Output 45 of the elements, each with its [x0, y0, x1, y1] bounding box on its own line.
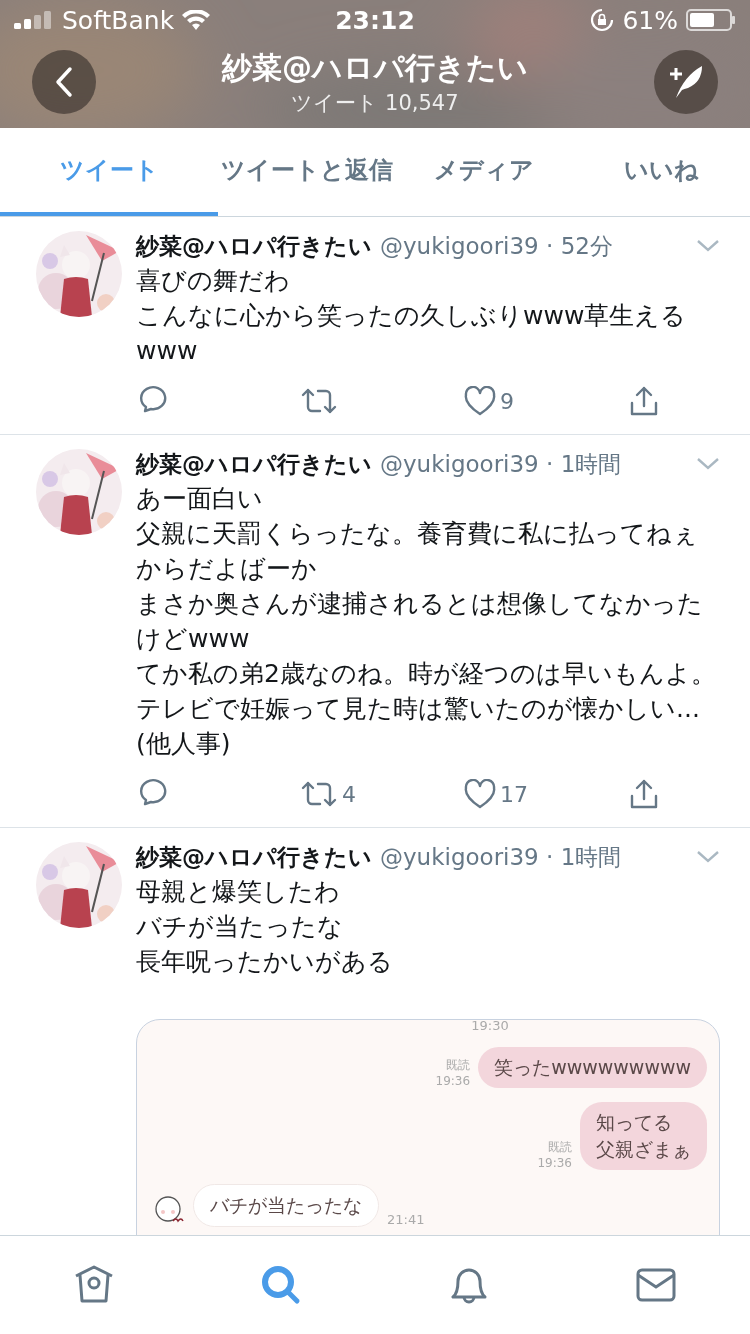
carrier-name: SoftBank — [62, 5, 175, 35]
tweet-text: てか私の弟2歳なのね。時が経つのは早いもんよ。テレビで妊娠って見た時は驚いたのが懐かしい...(他人事) — [136, 658, 717, 760]
tweet-text: バチが当たったな — [136, 911, 344, 943]
heart-icon[interactable] — [464, 386, 496, 416]
chevron-left-icon — [54, 66, 74, 98]
chat-timestamp: 19:30 — [471, 1020, 509, 1033]
clock: 23:12 — [335, 5, 415, 35]
profile-tab[interactable]: いいね — [572, 128, 750, 216]
profile-tab[interactable]: ツイート — [0, 128, 218, 216]
message-bubble: バチが当たったな — [193, 1184, 379, 1227]
read-receipt: 既読 — [446, 1057, 471, 1074]
like-count: 9 — [500, 388, 514, 414]
tweet-text: 喜びの舞だわ — [136, 265, 291, 297]
heart-icon[interactable] — [464, 779, 496, 809]
battery-percent: 61% — [622, 5, 678, 35]
tweet-meta: @yukigoori39 · 52分 — [380, 231, 613, 261]
tweet-text: 父親に天罰くらったな。養育費に私に払ってねぇからだよばーか — [136, 518, 699, 585]
share-icon[interactable] — [628, 778, 660, 810]
share-icon[interactable] — [628, 385, 660, 417]
message-time: 19:36 — [435, 1074, 471, 1088]
author-name[interactable]: 紗菜@ハロパ行きたい — [136, 841, 372, 873]
tweet-text: あー面白い — [136, 483, 264, 515]
author-name[interactable]: 紗菜@ハロパ行きたい — [136, 230, 372, 262]
tweet-text: まさか奥さんが逮捕されるとは想像してなかったけどwww — [136, 588, 704, 655]
tweet-text: 母親と爆笑したわ — [136, 876, 341, 908]
profile-tab[interactable]: ツイートと返信 — [218, 128, 396, 216]
read-receipt: 既読 — [548, 1139, 572, 1156]
tweet-text: 長年呪ったかいがある — [136, 946, 394, 978]
tweet-text: こんなに心から笑ったの久しぶりwww草生えるwww — [136, 300, 688, 367]
battery-icon — [686, 9, 736, 31]
tweet-count: ツイート 10,547 — [291, 89, 459, 117]
signal-icon — [14, 11, 54, 29]
message-bubble: 知ってる 父親ざまぁ — [580, 1102, 707, 1170]
tweet-meta: @yukigoori39 · 1時間 — [380, 449, 622, 479]
rotation-lock-icon — [590, 8, 615, 32]
wifi-icon — [182, 10, 211, 30]
retweet-count: 4 — [342, 781, 356, 807]
profile-name: 紗菜@ハロパ行きたい — [222, 48, 528, 87]
message-bubble: 笑ったwwwwwwwww — [478, 1047, 707, 1088]
tweet-meta: @yukigoori39 · 1時間 — [380, 842, 622, 872]
message-time: 21:41 — [387, 1212, 425, 1227]
author-name[interactable]: 紗菜@ハロパ行きたい — [136, 448, 372, 480]
profile-tab[interactable]: メディア — [395, 128, 573, 216]
like-count: 17 — [500, 781, 528, 807]
message-time: 19:36 — [537, 1156, 572, 1170]
